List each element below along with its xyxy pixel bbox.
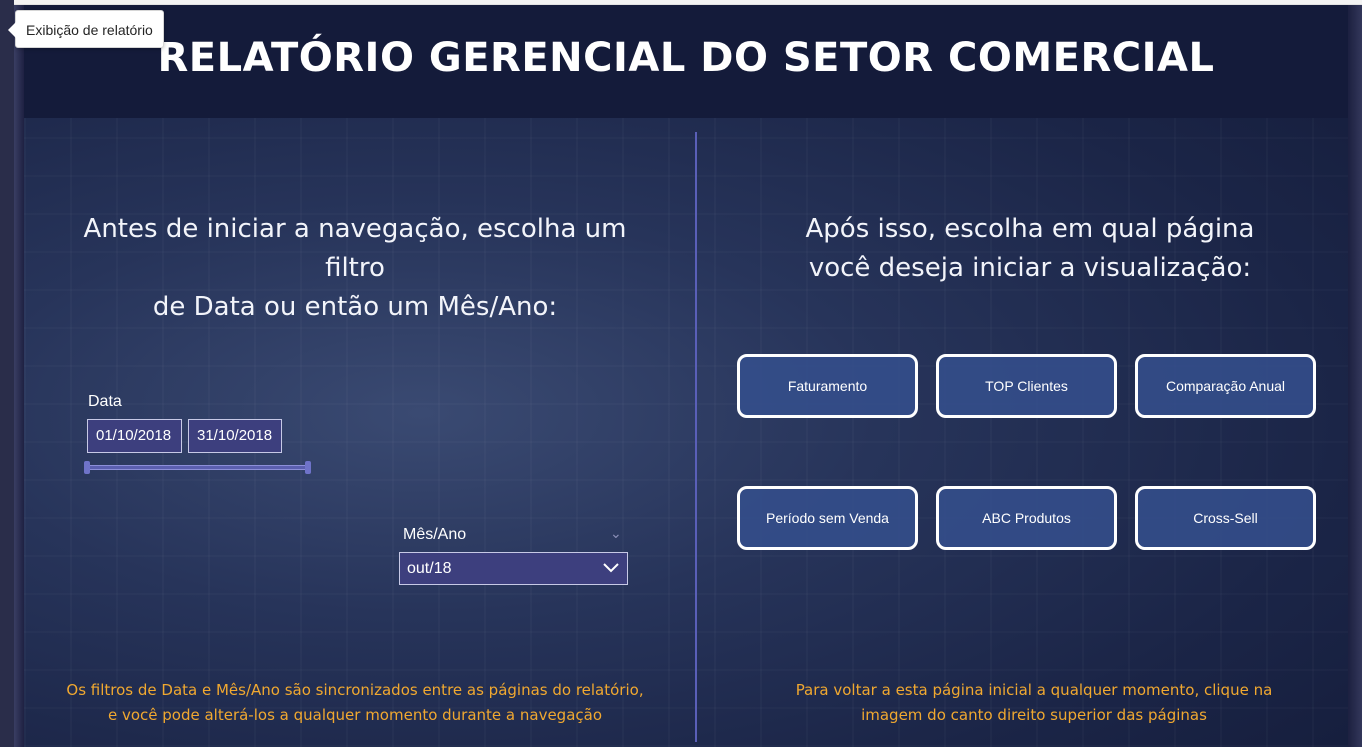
filter-sync-note-line1: Os filtros de Data e Mês/Ano são sincron… [66,681,644,699]
date-filter-label: Data [88,393,122,410]
slider-end-handle[interactable] [305,461,311,474]
home-return-note: Para voltar a esta página inicial a qual… [724,678,1344,728]
periodo-sem-venda-button[interactable]: Período sem Venda [737,486,918,550]
filter-sync-note-line2: e você pode alterá-los a qualquer moment… [107,706,603,724]
month-filter-label: Mês/Ano [403,526,467,543]
left-rail-shadow [14,5,24,747]
left-rail [0,0,14,747]
cross-sell-button[interactable]: Cross-Sell [1135,486,1316,550]
right-prompt: Após isso, escolha em qual página você d… [714,210,1346,288]
month-year-dropdown[interactable]: out/18 [399,552,628,585]
filter-sync-note: Os filtros de Data e Mês/Ano são sincron… [44,678,666,728]
page-title: RELATÓRIO GERENCIAL DO SETOR COMERCIAL [157,35,1215,81]
left-prompt-line2: de Data ou então um Mês/Ano: [152,292,558,322]
top-clientes-button[interactable]: TOP Clientes [936,354,1117,418]
date-range-slider[interactable] [87,465,309,470]
right-prompt-line1: Após isso, escolha em qual página [805,214,1255,244]
month-year-selected: out/18 [407,560,452,577]
right-rail [1348,5,1362,747]
date-end-input[interactable]: 31/10/2018 [188,419,282,453]
comparacao-anual-button[interactable]: Comparação Anual [1135,354,1316,418]
slider-start-handle[interactable] [84,461,90,474]
left-prompt: Antes de iniciar a navegação, escolha um… [60,210,650,327]
faturamento-button[interactable]: Faturamento [737,354,918,418]
home-return-note-line2: imagem do canto direito superior das pág… [861,706,1207,724]
slicer-collapse-icon[interactable]: ⌄ [610,525,622,542]
right-prompt-line2: você deseja iniciar a visualização: [808,253,1252,283]
report-view-tooltip: Exibição de relatório [8,10,164,48]
date-start-input[interactable]: 01/10/2018 [87,419,182,453]
report-canvas: RELATÓRIO GERENCIAL DO SETOR COMERCIAL A… [24,5,1348,747]
chevron-down-icon [602,553,620,595]
abc-produtos-button[interactable]: ABC Produtos [936,486,1117,550]
panel-divider [695,132,697,742]
left-prompt-line1: Antes de iniciar a navegação, escolha um… [83,214,627,283]
home-return-note-line1: Para voltar a esta página inicial a qual… [795,681,1273,699]
